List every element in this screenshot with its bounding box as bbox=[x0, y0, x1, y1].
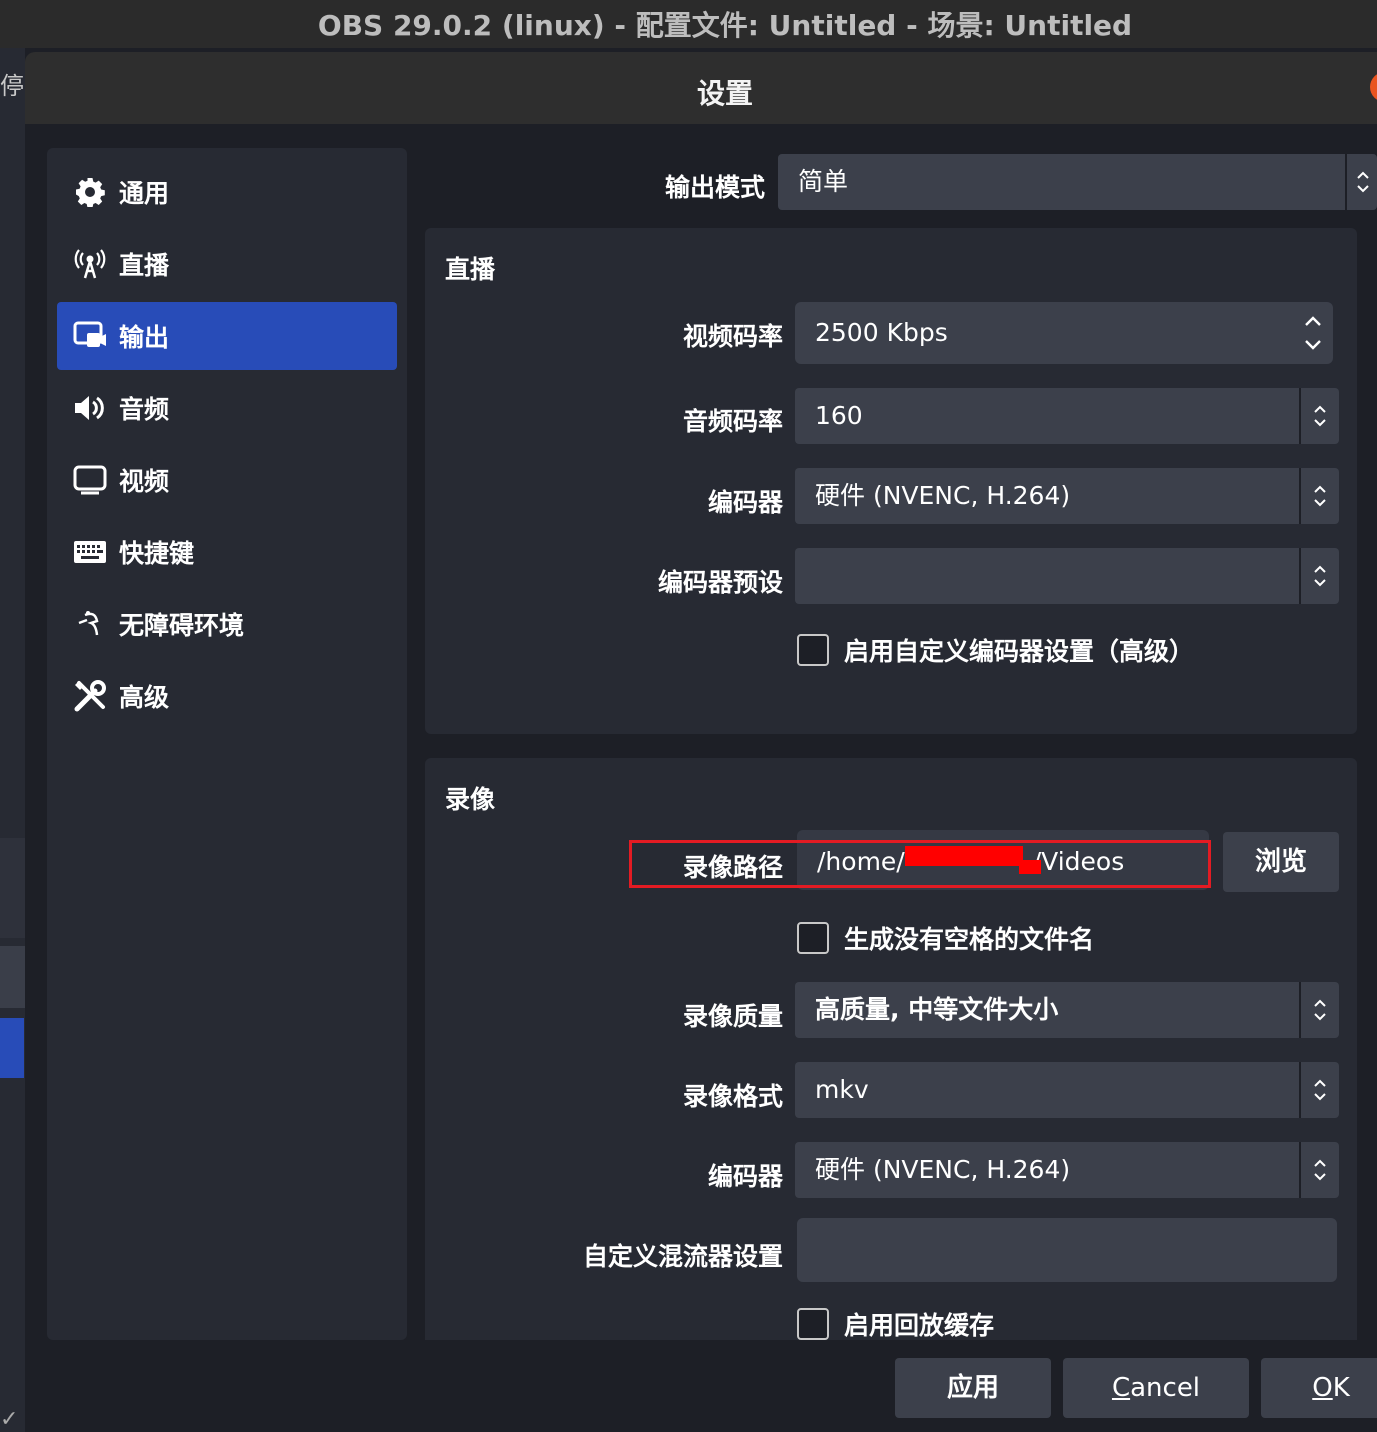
antenna-icon bbox=[71, 245, 109, 283]
chevron-up-down-icon bbox=[1299, 1062, 1339, 1118]
sidebar-item-video[interactable]: 视频 bbox=[57, 446, 397, 514]
sidebar-item-label: 快捷键 bbox=[119, 539, 195, 568]
sidebar-item-label: 视频 bbox=[119, 467, 170, 496]
recording-format-label: 录像格式 bbox=[682, 1082, 783, 1111]
ok-button[interactable]: OK bbox=[1261, 1358, 1377, 1418]
output-icon bbox=[71, 317, 109, 355]
sidebar-item-label: 无障碍环境 bbox=[119, 611, 245, 640]
encoder-preset-select[interactable] bbox=[795, 548, 1339, 604]
sidebar-item-label: 直播 bbox=[119, 251, 170, 280]
custom-encoder-label: 启用自定义编码器设置（高级） bbox=[844, 637, 1195, 666]
settings-dialog: 设置 通用 直播 输出 音频 视频 快捷键 无障碍环境 高级 输出模式 简单 直… bbox=[25, 52, 1377, 1432]
background-selected-item bbox=[0, 1018, 24, 1078]
accessibility-icon bbox=[71, 605, 109, 643]
keyboard-icon bbox=[71, 533, 109, 571]
sidebar-item-advanced[interactable]: 高级 bbox=[57, 662, 397, 730]
background-check-icon: ✓ bbox=[0, 1407, 19, 1432]
custom-encoder-checkbox[interactable] bbox=[797, 634, 829, 666]
muxer-settings-input[interactable] bbox=[797, 1218, 1337, 1282]
sidebar-item-label: 输出 bbox=[119, 323, 170, 352]
spin-arrows-icon[interactable] bbox=[1293, 302, 1333, 364]
recording-encoder-value: 硬件 (NVENC, H.264) bbox=[815, 1155, 1071, 1184]
sidebar-item-label: 音频 bbox=[119, 395, 170, 424]
audio-bitrate-value: 160 bbox=[815, 401, 863, 430]
no-space-filename-checkbox[interactable] bbox=[797, 922, 829, 954]
audio-bitrate-select[interactable]: 160 bbox=[795, 388, 1339, 444]
replay-buffer-checkbox-row[interactable]: 启用回放缓存 bbox=[797, 1306, 994, 1342]
sidebar-item-output[interactable]: 输出 bbox=[57, 302, 397, 370]
chevron-up-down-icon bbox=[1299, 982, 1339, 1038]
recording-format-value: mkv bbox=[815, 1075, 869, 1104]
recording-quality-value: 高质量, 中等文件大小 bbox=[815, 995, 1059, 1024]
chevron-up-down-icon bbox=[1299, 548, 1339, 604]
apply-button[interactable]: 应用 bbox=[895, 1358, 1051, 1418]
stream-encoder-select[interactable]: 硬件 (NVENC, H.264) bbox=[795, 468, 1339, 524]
browse-button[interactable]: 浏览 bbox=[1223, 832, 1339, 892]
stream-encoder-label: 编码器 bbox=[707, 488, 783, 517]
recording-encoder-label: 编码器 bbox=[707, 1162, 783, 1191]
custom-encoder-checkbox-row[interactable]: 启用自定义编码器设置（高级） bbox=[797, 632, 1194, 668]
chevron-up-down-icon bbox=[1299, 1142, 1339, 1198]
chevron-up-down-icon bbox=[1299, 388, 1339, 444]
sidebar-item-accessibility[interactable]: 无障碍环境 bbox=[57, 590, 397, 658]
gear-icon bbox=[71, 173, 109, 211]
output-mode-value: 简单 bbox=[798, 167, 849, 196]
sidebar-item-label: 通用 bbox=[119, 179, 170, 208]
streaming-group-title: 直播 bbox=[445, 255, 496, 284]
video-bitrate-spinbox[interactable]: 2500 Kbps bbox=[795, 302, 1333, 364]
background-stop-label: 停 bbox=[0, 72, 24, 100]
monitor-icon bbox=[71, 461, 109, 499]
background-main-window bbox=[0, 48, 25, 1432]
output-mode-label: 输出模式 bbox=[664, 173, 765, 202]
muxer-settings-label: 自定义混流器设置 bbox=[582, 1242, 783, 1271]
sidebar-item-general[interactable]: 通用 bbox=[57, 158, 397, 226]
settings-sidebar: 通用 直播 输出 音频 视频 快捷键 无障碍环境 高级 bbox=[47, 148, 407, 1340]
sidebar-item-audio[interactable]: 音频 bbox=[57, 374, 397, 442]
recording-group-title: 录像 bbox=[445, 785, 496, 814]
window-title: OBS 29.0.2 (linux) - 配置文件: Untitled - 场景… bbox=[317, 9, 1133, 42]
output-mode-select[interactable]: 简单 bbox=[778, 154, 1377, 210]
chevron-up-down-icon bbox=[1345, 154, 1377, 210]
background-panel bbox=[0, 838, 25, 938]
replay-buffer-label: 启用回放缓存 bbox=[844, 1311, 995, 1340]
recording-encoder-select[interactable]: 硬件 (NVENC, H.264) bbox=[795, 1142, 1339, 1198]
chevron-up-down-icon bbox=[1299, 468, 1339, 524]
speaker-icon bbox=[71, 389, 109, 427]
dialog-header: 设置 bbox=[25, 52, 1377, 124]
video-bitrate-label: 视频码率 bbox=[682, 322, 783, 351]
audio-bitrate-label: 音频码率 bbox=[682, 407, 783, 436]
recording-format-select[interactable]: mkv bbox=[795, 1062, 1339, 1118]
tools-icon bbox=[71, 677, 109, 715]
recording-quality-select[interactable]: 高质量, 中等文件大小 bbox=[795, 982, 1339, 1038]
stream-encoder-value: 硬件 (NVENC, H.264) bbox=[815, 481, 1071, 510]
sidebar-item-stream[interactable]: 直播 bbox=[57, 230, 397, 298]
window-titlebar: OBS 29.0.2 (linux) - 配置文件: Untitled - 场景… bbox=[0, 0, 1377, 48]
dialog-title: 设置 bbox=[696, 77, 753, 110]
sidebar-item-hotkeys[interactable]: 快捷键 bbox=[57, 518, 397, 586]
no-space-filename-label: 生成没有空格的文件名 bbox=[844, 925, 1095, 954]
cancel-button[interactable]: Cancel bbox=[1063, 1358, 1249, 1418]
video-bitrate-value: 2500 Kbps bbox=[815, 318, 948, 347]
highlight-box bbox=[629, 840, 1211, 888]
recording-quality-label: 录像质量 bbox=[682, 1002, 783, 1031]
replay-buffer-checkbox[interactable] bbox=[797, 1308, 829, 1340]
no-space-filename-checkbox-row[interactable]: 生成没有空格的文件名 bbox=[797, 920, 1094, 956]
background-panel bbox=[0, 946, 25, 1008]
encoder-preset-label: 编码器预设 bbox=[657, 568, 783, 597]
sidebar-item-label: 高级 bbox=[119, 683, 170, 712]
